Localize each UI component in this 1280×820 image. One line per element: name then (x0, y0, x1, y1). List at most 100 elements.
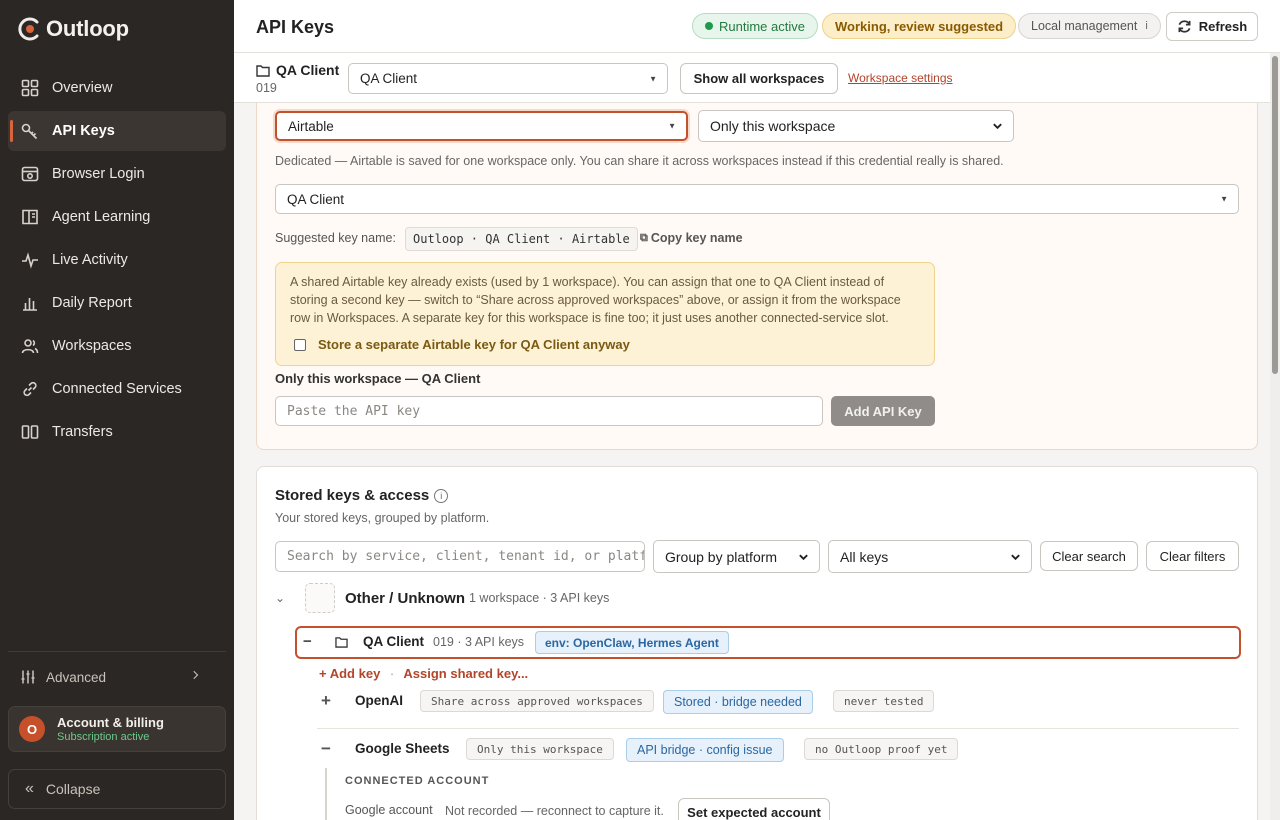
sidebar: Outloop Overview API Keys Browser Login … (0, 0, 234, 820)
show-all-workspaces-button[interactable]: Show all workspaces (680, 63, 838, 94)
sidebar-item-api-keys[interactable]: API Keys (8, 111, 226, 151)
scope-chip: Share across approved workspaces (420, 690, 654, 712)
set-expected-account-button[interactable]: Set expected account (678, 798, 830, 820)
sidebar-item-connected-services[interactable]: Connected Services (8, 369, 226, 409)
workspace-settings-link[interactable]: Workspace settings (848, 71, 953, 85)
grid-icon (20, 78, 40, 98)
sidebar-item-live-activity[interactable]: Live Activity (8, 240, 226, 280)
workspace-select[interactable]: QA Client ▼ (275, 184, 1239, 214)
service-select[interactable]: Airtable ▼ (275, 111, 688, 141)
workspace-select-value: QA Client (287, 191, 345, 207)
working-status-badge[interactable]: Working, review suggested (822, 13, 1017, 39)
add-key-link[interactable]: + Add key (319, 666, 380, 681)
book-icon (20, 207, 40, 227)
sidebar-item-overview[interactable]: Overview (8, 68, 226, 108)
collapse-minus-icon[interactable]: − (303, 633, 312, 650)
group-collapse-chevron-icon[interactable]: ⌄ (275, 591, 285, 605)
sidebar-item-label: Browser Login (52, 166, 145, 182)
service-row-google-sheets[interactable]: − Google Sheets Only this workspace API … (319, 738, 1239, 762)
workspace-name: QA Client (256, 62, 339, 78)
workspace-switcher[interactable]: QA Client ▼ (348, 63, 668, 94)
refresh-button[interactable]: Refresh (1166, 12, 1258, 41)
avatar: O (19, 716, 45, 742)
group-name[interactable]: Other / Unknown (345, 590, 465, 607)
api-key-input[interactable]: Paste the API key (275, 396, 823, 426)
key-icon (20, 121, 40, 141)
advanced-label: Advanced (46, 669, 107, 685)
env-badge: env: OpenClaw, Hermes Agent (535, 631, 729, 654)
sidebar-item-browser-login[interactable]: Browser Login (8, 154, 226, 194)
workspace-name-label: QA Client (276, 62, 340, 78)
folder-icon (335, 637, 348, 648)
sidebar-item-daily-report[interactable]: Daily Report (8, 283, 226, 323)
test-status-chip: never tested (833, 690, 935, 712)
runtime-status-badge: Runtime active (692, 13, 818, 39)
suggested-key-name: Outloop · QA Client · Airtable (405, 227, 638, 251)
workspace-actions: + Add key · Assign shared key... (319, 666, 528, 681)
scrollbar-thumb[interactable] (1272, 56, 1278, 374)
test-status-chip: no Outloop proof yet (804, 738, 959, 760)
status-chip: Stored · bridge needed (663, 690, 813, 714)
search-placeholder: Search by service, client, tenant id, or… (287, 549, 645, 564)
top-header: API Keys Runtime active Working, review … (234, 0, 1280, 53)
store-separate-label[interactable]: Store a separate Airtable key for QA Cli… (318, 337, 630, 352)
collapse-button[interactable]: « Collapse (8, 769, 226, 809)
local-management-badge[interactable]: Local management i (1018, 13, 1161, 39)
info-icon[interactable]: i (434, 488, 449, 503)
workspace-row-meta: 019 · 3 API keys (433, 635, 525, 649)
workspace-id: 019 (256, 81, 277, 95)
users-icon (20, 336, 40, 356)
sidebar-item-workspaces[interactable]: Workspaces (8, 326, 226, 366)
sidebar-item-label: Connected Services (52, 381, 182, 397)
scope-select[interactable]: Only this workspace (698, 110, 1014, 142)
sidebar-divider (8, 651, 226, 652)
scope-chip: Only this workspace (466, 738, 614, 760)
expand-plus-icon[interactable]: + (321, 691, 331, 711)
store-separate-checkbox[interactable] (294, 339, 306, 351)
sidebar-item-label: Live Activity (52, 252, 128, 268)
account-billing[interactable]: O Account & billing Subscription active (8, 706, 226, 752)
brand[interactable]: Outloop (18, 16, 129, 42)
group-by-select[interactable]: Group by platform (653, 540, 820, 573)
workspace-row[interactable]: − QA Client 019 · 3 API keys env: OpenCl… (295, 626, 1241, 659)
caret-down-icon: ▼ (1220, 194, 1228, 204)
shared-key-warning: A shared Airtable key already exists (us… (275, 262, 935, 366)
add-api-key-button[interactable]: Add API Key (831, 396, 935, 426)
sliders-icon (21, 670, 35, 684)
sidebar-item-label: Daily Report (52, 295, 132, 311)
sidebar-item-agent-learning[interactable]: Agent Learning (8, 197, 226, 237)
sidebar-nav: Overview API Keys Browser Login Agent Le… (8, 68, 226, 455)
workspace-switcher-value: QA Client (360, 71, 418, 86)
warning-text: A shared Airtable key already exists (us… (290, 275, 901, 325)
sidebar-item-transfers[interactable]: Transfers (8, 412, 226, 452)
assign-shared-key-link[interactable]: Assign shared key... (403, 666, 528, 681)
stored-keys-title: Stored keys & access i (275, 487, 449, 504)
runtime-badge-label: Runtime active (719, 18, 805, 34)
group-meta: 1 workspace · 3 API keys (469, 591, 610, 605)
collapse-minus-icon[interactable]: − (321, 739, 331, 759)
platform-placeholder-icon (305, 583, 335, 613)
suggested-key-label: Suggested key name: (275, 231, 396, 245)
double-chevron-left-icon: « (25, 780, 34, 797)
sidebar-item-label: Workspaces (52, 338, 132, 354)
chevron-down-icon (799, 554, 808, 560)
service-row-openai[interactable]: + OpenAI Share across approved workspace… (319, 690, 1239, 714)
clear-filters-button[interactable]: Clear filters (1146, 541, 1239, 571)
clear-search-button[interactable]: Clear search (1040, 541, 1138, 571)
sidebar-item-label: API Keys (52, 123, 115, 139)
copy-key-name-button[interactable]: ⧉ Copy key name (640, 231, 743, 245)
copy-key-name-label: Copy key name (650, 231, 743, 245)
workspace-row-name: QA Client (363, 634, 425, 649)
key-filter-select[interactable]: All keys (828, 540, 1032, 573)
search-input[interactable]: Search by service, client, tenant id, or… (275, 541, 645, 572)
group-by-value: Group by platform (665, 548, 778, 565)
workspace-bar: QA Client 019 QA Client ▼ Show all works… (234, 53, 1270, 103)
stored-keys-title-label: Stored keys & access (275, 487, 430, 504)
row-divider (317, 728, 1239, 729)
brand-name: Outloop (46, 16, 129, 41)
advanced-toggle[interactable]: Advanced (8, 660, 226, 694)
outloop-logo-icon (18, 17, 39, 41)
stored-keys-subtitle: Your stored keys, grouped by platform. (275, 511, 490, 525)
collapse-label: Collapse (45, 781, 101, 797)
status-dot-icon (705, 22, 713, 30)
